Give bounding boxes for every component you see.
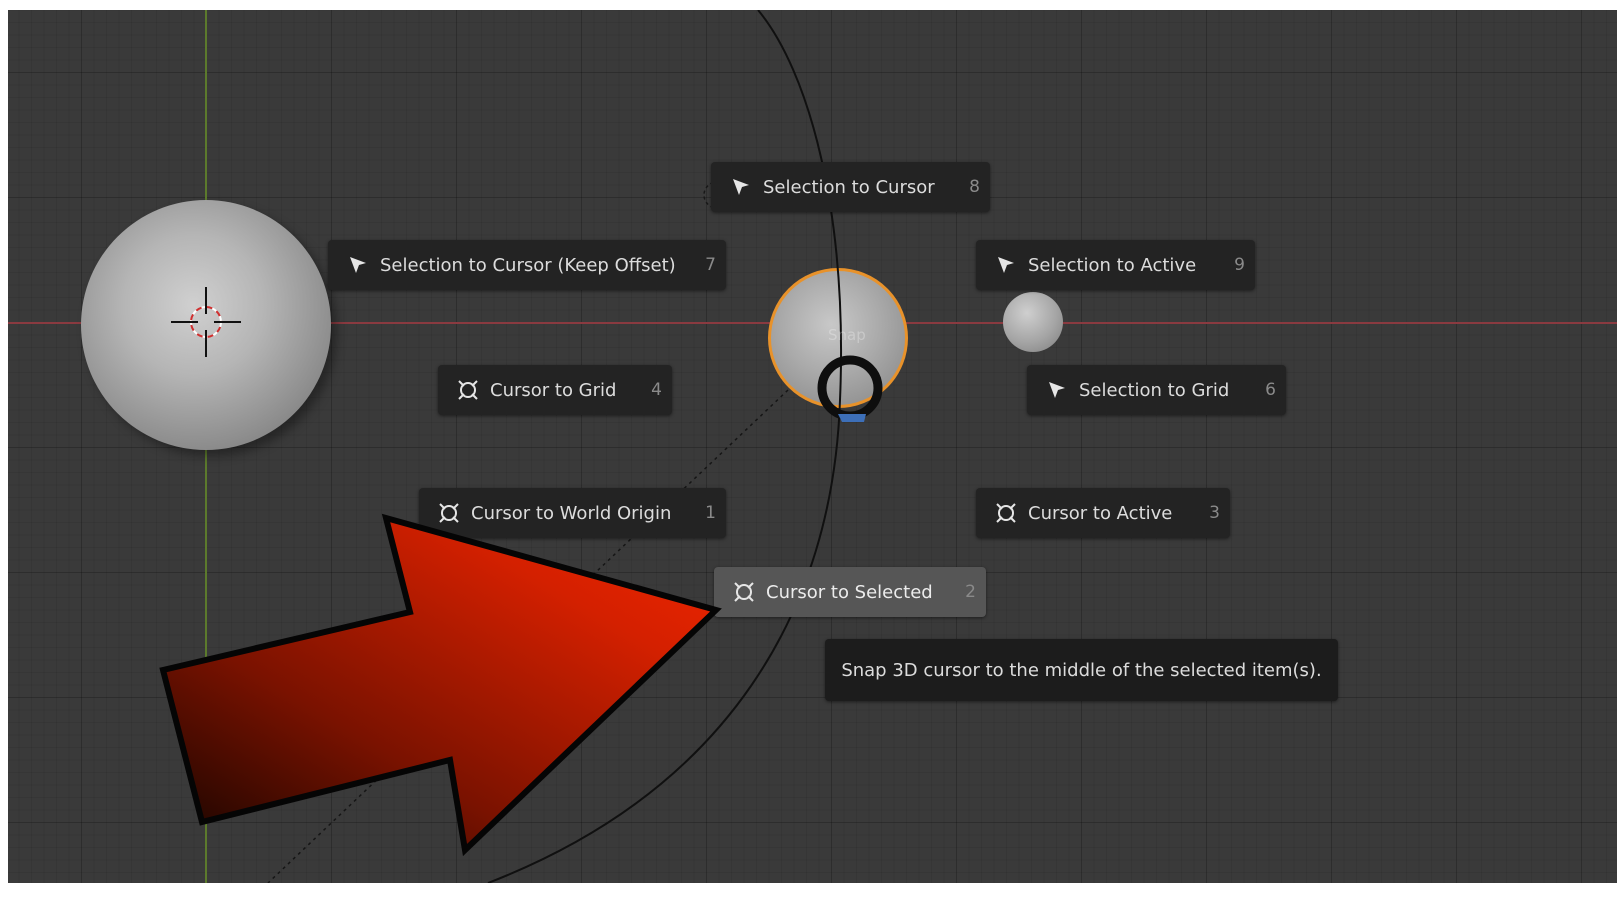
- 3d-viewport[interactable]: Snap Selection to Cursor 8 Selection to …: [8, 10, 1617, 883]
- annotation-arrow-icon: [159, 513, 722, 857]
